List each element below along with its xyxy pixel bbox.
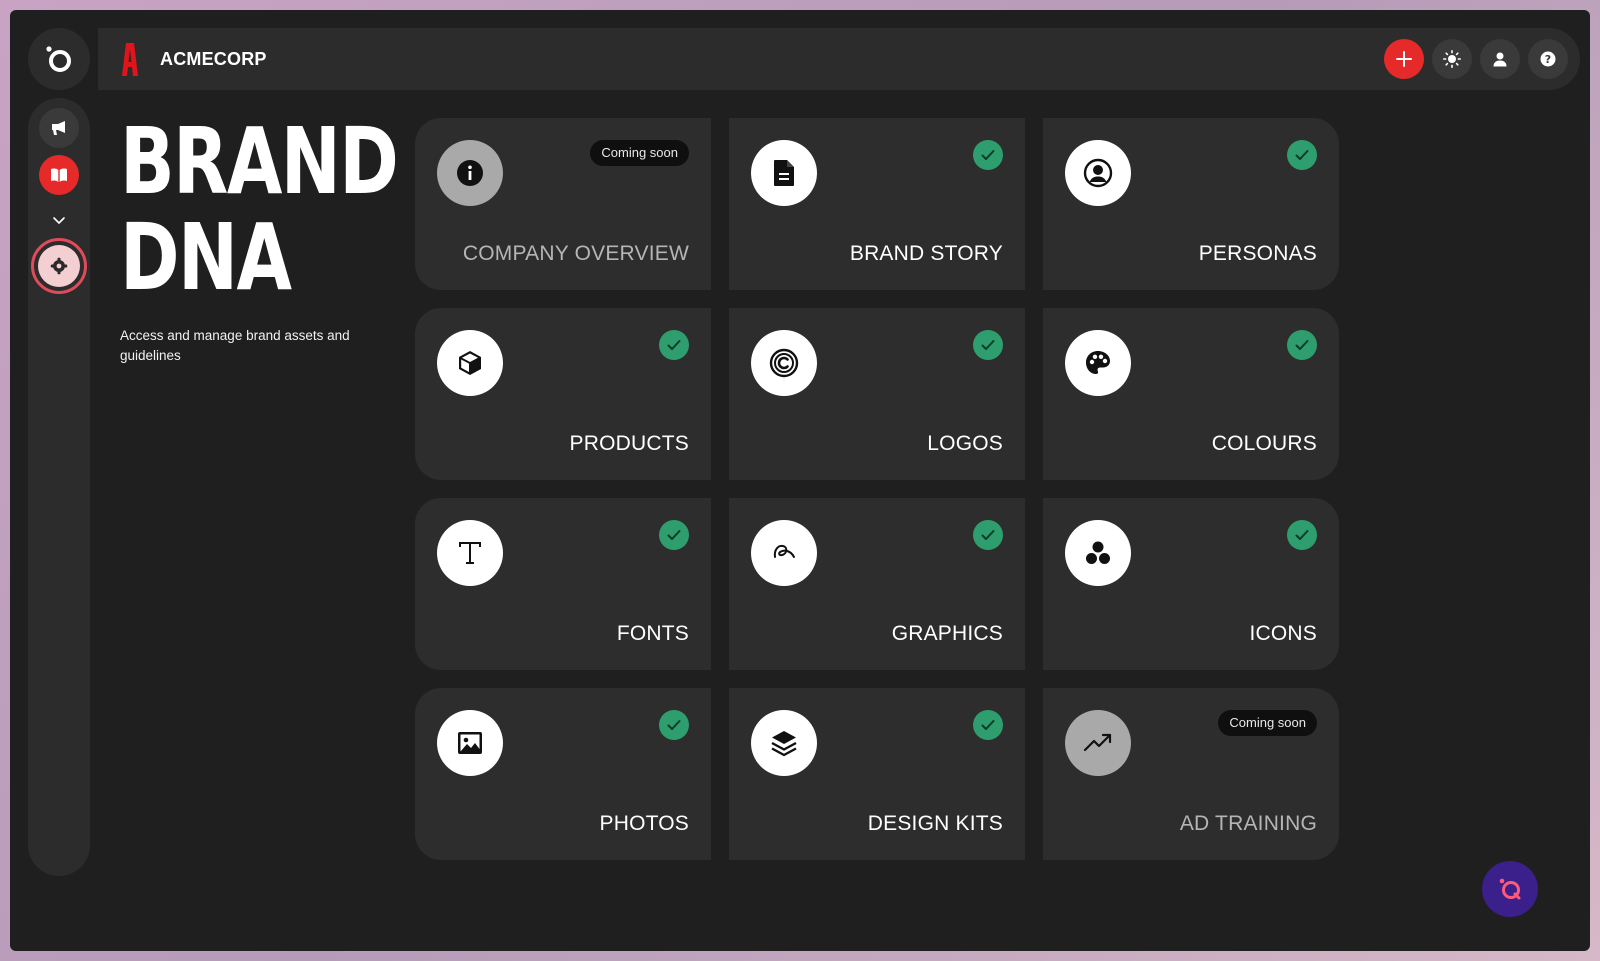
info-icon: [457, 160, 483, 186]
image-icon: [458, 732, 482, 754]
page-title-line2: DNA: [120, 204, 292, 311]
plus-icon: [1396, 51, 1412, 67]
card-label: DESIGN KITS: [867, 812, 1003, 835]
complete-check-icon: [1287, 520, 1317, 550]
card-icons[interactable]: ICONS: [1043, 498, 1339, 670]
card-photos[interactable]: PHOTOS: [415, 688, 711, 860]
top-bar: ACMECORP ?: [98, 28, 1580, 90]
card-label: PERSONAS: [1198, 242, 1317, 265]
type-icon: [459, 542, 481, 564]
settings-button-inner: [38, 245, 80, 287]
sidebar-item-campaigns[interactable]: [39, 108, 79, 148]
chat-assistant-button[interactable]: [1482, 861, 1538, 917]
card-logos[interactable]: LOGOS: [729, 308, 1025, 480]
brand-name: ACMECORP: [160, 48, 267, 69]
card-icon-circle: [1065, 330, 1131, 396]
card-icon-circle: [1065, 140, 1131, 206]
card-label: PHOTOS: [599, 812, 689, 835]
page-description: Access and manage brand assets and guide…: [120, 328, 350, 363]
complete-check-icon: [973, 710, 1003, 740]
card-fonts[interactable]: FONTS: [415, 498, 711, 670]
complete-check-icon: [1287, 330, 1317, 360]
card-ad-training[interactable]: Coming soon AD TRAINING: [1043, 688, 1339, 860]
complete-check-icon: [659, 330, 689, 360]
svg-text:?: ?: [1545, 53, 1551, 66]
copyright-icon: [769, 348, 799, 378]
card-icon-circle: [437, 520, 503, 586]
app-window: ACMECORP ? BRAND DNA Access and manage b…: [10, 10, 1590, 951]
coming-soon-badge: Coming soon: [590, 140, 689, 166]
app-logo[interactable]: [28, 28, 90, 90]
card-icon-circle: [437, 140, 503, 206]
sidebar: [28, 98, 90, 876]
card-icon-circle: [751, 330, 817, 396]
sidebar-expand-button[interactable]: [39, 200, 79, 240]
sidebar-item-settings[interactable]: [31, 238, 87, 294]
card-label: ICONS: [1249, 622, 1317, 645]
card-label: FONTS: [616, 622, 689, 645]
card-label: BRAND STORY: [849, 242, 1003, 265]
profile-button[interactable]: [1480, 39, 1520, 79]
shapes-icon: [1086, 541, 1110, 564]
card-icon-circle: [1065, 710, 1131, 776]
card-products[interactable]: PRODUCTS: [415, 308, 711, 480]
layers-icon: [771, 731, 797, 757]
card-icon-circle: [437, 330, 503, 396]
brand-section-grid: Coming soon COMPANY OVERVIEW BRAND STORY: [415, 118, 1339, 860]
card-design-kits[interactable]: DESIGN KITS: [729, 688, 1025, 860]
gear-icon: [50, 257, 68, 275]
coming-soon-badge: Coming soon: [1218, 710, 1317, 736]
complete-check-icon: [973, 330, 1003, 360]
card-personas[interactable]: PERSONAS: [1043, 118, 1339, 290]
add-button[interactable]: [1384, 39, 1424, 79]
book-open-icon: [51, 168, 67, 182]
card-label: AD TRAINING: [1179, 812, 1317, 835]
page-title: BRAND DNA: [120, 108, 399, 311]
page-title-line1: BRAND: [120, 108, 399, 215]
trending-up-icon: [1083, 733, 1112, 752]
card-graphics[interactable]: GRAPHICS: [729, 498, 1025, 670]
user-circle-icon: [1083, 158, 1113, 188]
palette-icon: [1086, 351, 1110, 374]
sidebar-item-brand-book[interactable]: [39, 155, 79, 195]
help-button[interactable]: ?: [1528, 39, 1568, 79]
top-actions: ?: [1384, 39, 1568, 79]
complete-check-icon: [1287, 140, 1317, 170]
user-icon: [1493, 52, 1507, 67]
card-icon-circle: [1065, 520, 1131, 586]
complete-check-icon: [973, 520, 1003, 550]
card-icon-circle: [751, 520, 817, 586]
theme-toggle-button[interactable]: [1432, 39, 1472, 79]
card-company-overview[interactable]: Coming soon COMPANY OVERVIEW: [415, 118, 711, 290]
complete-check-icon: [659, 710, 689, 740]
assistant-logo-icon: [1499, 878, 1521, 900]
card-icon-circle: [751, 710, 817, 776]
card-icon-circle: [751, 140, 817, 206]
card-label: LOGOS: [927, 432, 1003, 455]
chevron-down-icon: [53, 217, 65, 224]
squiggle-icon: [773, 544, 795, 558]
app-logo-icon: [46, 46, 71, 72]
complete-check-icon: [659, 520, 689, 550]
card-label: COMPANY OVERVIEW: [462, 242, 689, 265]
card-label: COLOURS: [1211, 432, 1317, 455]
brand-logo-icon: [120, 41, 140, 77]
document-icon: [774, 160, 794, 186]
sun-icon: [1443, 50, 1461, 68]
help-icon: ?: [1540, 51, 1556, 67]
card-brand-story[interactable]: BRAND STORY: [729, 118, 1025, 290]
card-icon-circle: [437, 710, 503, 776]
card-label: PRODUCTS: [569, 432, 689, 455]
megaphone-icon: [52, 121, 65, 135]
card-colours[interactable]: COLOURS: [1043, 308, 1339, 480]
complete-check-icon: [973, 140, 1003, 170]
card-label: GRAPHICS: [891, 622, 1003, 645]
box-icon: [459, 351, 481, 375]
